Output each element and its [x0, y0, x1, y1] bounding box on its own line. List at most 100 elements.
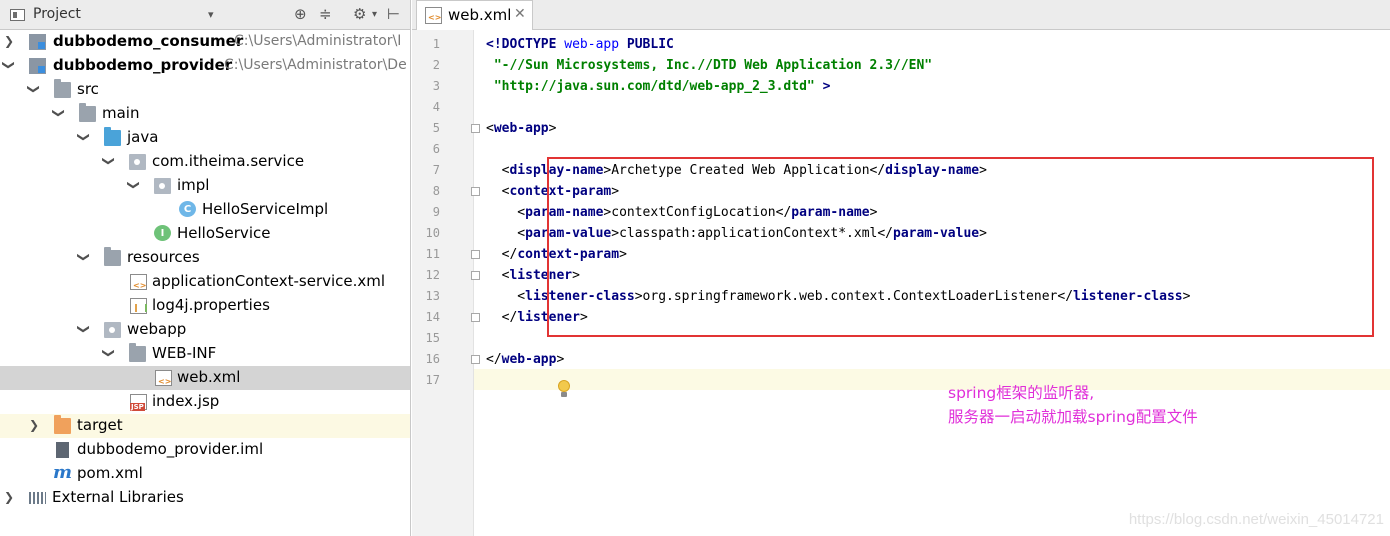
- tree-item-label: dubbodemo_consumer: [53, 32, 244, 50]
- tree-item-src[interactable]: ❯ src: [0, 78, 410, 102]
- line-number: 10: [425, 226, 440, 240]
- xml-file-icon: [425, 7, 442, 24]
- tree-item-label: impl: [177, 176, 210, 194]
- web-folder-icon: [104, 322, 121, 338]
- collapse-arrow-icon[interactable]: ❯: [76, 322, 92, 336]
- intention-bulb-icon[interactable]: [557, 380, 571, 399]
- folder-icon: [54, 79, 71, 98]
- tree-item-target[interactable]: ❯ target: [0, 414, 410, 438]
- editor: web.xml ✕ 1 2 3 4 5 6 7 8 9 10 11 12 13 …: [412, 0, 1390, 536]
- project-panel-header: Project ▾ ⊕ ≑ ⚙ ▾ ⊢: [0, 0, 410, 30]
- expand-arrow-icon[interactable]: ❯: [2, 33, 16, 49]
- doctype-close: >: [822, 79, 831, 94]
- tree-item-iml[interactable]: dubbodemo_provider.iml: [0, 438, 410, 462]
- tree-item-impl-package[interactable]: ❯ impl: [0, 174, 410, 198]
- doctype-system-id: "http://java.sun.com/dtd/web-app_2_3.dtd…: [493, 79, 815, 94]
- module-icon: [29, 34, 46, 50]
- tree-item-provider[interactable]: ❯ dubbodemo_provider C:\Users\Administra…: [0, 54, 410, 78]
- collapse-arrow-icon[interactable]: ❯: [126, 178, 142, 192]
- line-number: 4: [432, 100, 440, 114]
- tree-item-external-libraries[interactable]: ❯ External Libraries: [0, 486, 410, 510]
- package-icon: [129, 154, 146, 170]
- folder-icon: [79, 103, 96, 122]
- tree-item-index-jsp[interactable]: index.jsp: [0, 390, 410, 414]
- expand-arrow-icon[interactable]: ❯: [2, 489, 16, 505]
- code-line-2: "-//Sun Microsystems, Inc.//DTD Web Appl…: [486, 55, 932, 76]
- tree-item-label: pom.xml: [77, 464, 143, 482]
- collapse-icon[interactable]: ≑: [319, 5, 332, 23]
- tree-item-label: webapp: [127, 320, 187, 338]
- code-line-16: </web-app>: [486, 352, 565, 367]
- annotation-line-2: 服务器一启动就加载spring配置文件: [948, 408, 1198, 426]
- target-icon[interactable]: ⊕: [294, 5, 307, 23]
- line-number: 16: [425, 352, 440, 366]
- tree-item-label: java: [127, 128, 159, 146]
- gear-icon[interactable]: ⚙: [353, 5, 366, 23]
- annotation-note: spring框架的监听器, 服务器一启动就加载spring配置文件: [948, 381, 1198, 429]
- tree-item-label: resources: [127, 248, 200, 266]
- line-number: 13: [425, 289, 440, 303]
- current-line-highlight: [474, 369, 1390, 390]
- tree-item-label: HelloServiceImpl: [202, 200, 329, 218]
- code-area[interactable]: <!DOCTYPE web-app PUBLIC "-//Sun Microsy…: [474, 30, 1390, 536]
- tree-item-label: External Libraries: [52, 488, 184, 506]
- tree-item-label: HelloService: [177, 224, 271, 242]
- tree-item-java[interactable]: ❯ java: [0, 126, 410, 150]
- tree-item-resources[interactable]: ❯ resources: [0, 246, 410, 270]
- class-icon: C: [179, 201, 196, 217]
- doctype-public: PUBLIC: [626, 37, 674, 52]
- xml-file-icon: [130, 274, 147, 290]
- source-folder-icon: [104, 127, 121, 146]
- view-dropdown-icon[interactable]: ▾: [208, 8, 214, 21]
- tree-item-web-inf[interactable]: ❯ WEB-INF: [0, 342, 410, 366]
- tab-web-xml[interactable]: web.xml ✕: [416, 0, 533, 30]
- tree-item-webapp[interactable]: ❯ webapp: [0, 318, 410, 342]
- doctype-root: web-app: [564, 37, 620, 52]
- line-number: 6: [432, 142, 440, 156]
- tree-item-hello-service-impl[interactable]: C HelloServiceImpl: [0, 198, 410, 222]
- red-highlight-box: [547, 157, 1374, 337]
- editor-tab-bar: web.xml ✕: [412, 0, 1390, 30]
- collapse-arrow-icon[interactable]: ❯: [76, 130, 92, 144]
- hide-icon[interactable]: ⊢: [387, 5, 400, 23]
- collapse-arrow-icon[interactable]: ❯: [76, 250, 92, 264]
- tree-item-pom[interactable]: m pom.xml: [0, 462, 410, 486]
- line-number: 3: [432, 79, 440, 93]
- tag-web-app: web-app: [493, 121, 549, 136]
- expand-arrow-icon[interactable]: ❯: [27, 417, 41, 433]
- collapse-arrow-icon[interactable]: ❯: [26, 82, 42, 96]
- line-number: 2: [432, 58, 440, 72]
- excluded-folder-icon: [54, 415, 71, 434]
- tree-item-main[interactable]: ❯ main: [0, 102, 410, 126]
- line-number: 8: [432, 184, 440, 198]
- tree-item-log4j[interactable]: log4j.properties: [0, 294, 410, 318]
- tree-item-web-xml[interactable]: web.xml: [0, 366, 410, 390]
- tree-item-label: target: [77, 416, 123, 434]
- code-line-1: <!DOCTYPE web-app PUBLIC: [486, 34, 674, 55]
- line-number: 5: [432, 121, 440, 135]
- resources-folder-icon: [104, 247, 121, 266]
- interface-icon: I: [154, 225, 171, 241]
- collapse-arrow-icon[interactable]: ❯: [101, 154, 117, 168]
- tree-item-label: dubbodemo_provider.iml: [77, 440, 264, 458]
- tree-item-label: WEB-INF: [152, 344, 217, 362]
- project-panel-title[interactable]: Project: [33, 6, 81, 22]
- tree-item-label: log4j.properties: [152, 296, 270, 314]
- collapse-arrow-icon[interactable]: ❯: [101, 346, 117, 360]
- tree-item-app-context-xml[interactable]: applicationContext-service.xml: [0, 270, 410, 294]
- line-number: 17: [425, 373, 440, 387]
- project-view-icon: [10, 9, 25, 21]
- tree-item-service-package[interactable]: ❯ com.itheima.service: [0, 150, 410, 174]
- close-icon[interactable]: ✕: [514, 6, 526, 22]
- collapse-arrow-icon[interactable]: ❯: [51, 106, 67, 120]
- annotation-line-1: spring框架的监听器,: [948, 384, 1095, 402]
- gear-dropdown-icon[interactable]: ▾: [372, 9, 377, 20]
- xml-file-icon: [155, 370, 172, 386]
- tree-item-hello-service[interactable]: I HelloService: [0, 222, 410, 246]
- package-icon: [154, 178, 171, 194]
- collapse-arrow-icon[interactable]: ❯: [1, 58, 17, 72]
- tree-item-label: main: [102, 104, 140, 122]
- module-icon: [29, 58, 46, 74]
- tab-label: web.xml: [448, 6, 512, 24]
- tree-item-consumer[interactable]: ❯ dubbodemo_consumer C:\Users\Administra…: [0, 30, 410, 54]
